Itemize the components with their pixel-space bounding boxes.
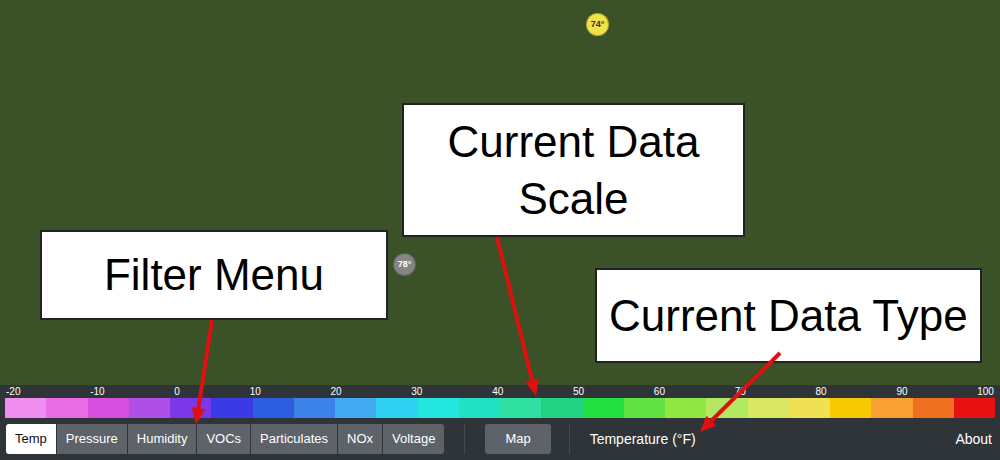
filter-button[interactable]: Particulates [251,424,337,454]
scale-tick: 100 [977,385,994,398]
scale-tick: 70 [735,385,746,398]
filter-button[interactable]: Temp [6,424,56,454]
scale-segment [748,398,789,418]
scale-segment [294,398,335,418]
scale-segment [706,398,747,418]
scale-segment [129,398,170,418]
app: 74° 78° -20 -10 0 10 20 30 40 50 60 70 80 90 100 TempPr… [0,0,1000,460]
current-data-type: Temperature (°F) [590,429,696,450]
scale-segment [46,398,87,418]
filter-button[interactable]: Pressure [57,424,127,454]
map-pin[interactable]: 74° [586,13,609,36]
scale-segment [500,398,541,418]
bottom-panel: -20 -10 0 10 20 30 40 50 60 70 80 90 100 TempPressure… [0,385,1000,460]
filter-button[interactable]: VOCs [197,424,250,454]
scale-segment [789,398,830,418]
scale-ticks: -20 -10 0 10 20 30 40 50 60 70 80 90 100 [0,385,1000,398]
scale-tick: 80 [816,385,827,398]
filter-button[interactable]: Voltage [383,424,444,454]
scale-segment [830,398,871,418]
controls-bar: TempPressureHumidityVOCsParticulatesNOxV… [0,418,1000,460]
scale-tick: 90 [896,385,907,398]
scale-tick: 20 [330,385,341,398]
separator [464,424,465,454]
annotation-arrows [0,0,1000,460]
annotation-callout: Filter Menu [40,230,388,320]
about-link[interactable]: About [955,429,992,450]
annotation-callout: Current Data Type [595,268,982,363]
scale-tick: 10 [250,385,261,398]
scale-tick: -20 [6,385,20,398]
scale-segment [583,398,624,418]
scale-segment [913,398,954,418]
scale-segment [541,398,582,418]
scale-segment [376,398,417,418]
filter-button[interactable]: NOx [338,424,382,454]
scale-segment [954,398,995,418]
arrow-icon [700,353,780,432]
scale-tick: 60 [654,385,665,398]
annotation-callout: Current Data Scale [402,103,745,237]
scale-segment [335,398,376,418]
scale-segment [871,398,912,418]
scale-tick: 0 [174,385,180,398]
map-pin[interactable]: 78° [393,253,416,276]
color-scale [5,398,995,418]
filter-menu: TempPressureHumidityVOCsParticulatesNOxV… [6,424,444,454]
scale-segment [253,398,294,418]
scale-segment [170,398,211,418]
scale-segment [88,398,129,418]
scale-segment [459,398,500,418]
scale-segment [5,398,46,418]
scale-segment [211,398,252,418]
filter-button[interactable]: Humidity [128,424,197,454]
map-button[interactable]: Map [485,424,550,454]
separator [569,424,570,454]
scale-segment [665,398,706,418]
scale-tick: -10 [90,385,104,398]
scale-segment [418,398,459,418]
scale-tick: 50 [573,385,584,398]
arrow-icon [497,237,539,396]
scale-segment [624,398,665,418]
scale-tick: 30 [411,385,422,398]
arrow-icon [192,320,212,424]
scale-tick: 40 [492,385,503,398]
